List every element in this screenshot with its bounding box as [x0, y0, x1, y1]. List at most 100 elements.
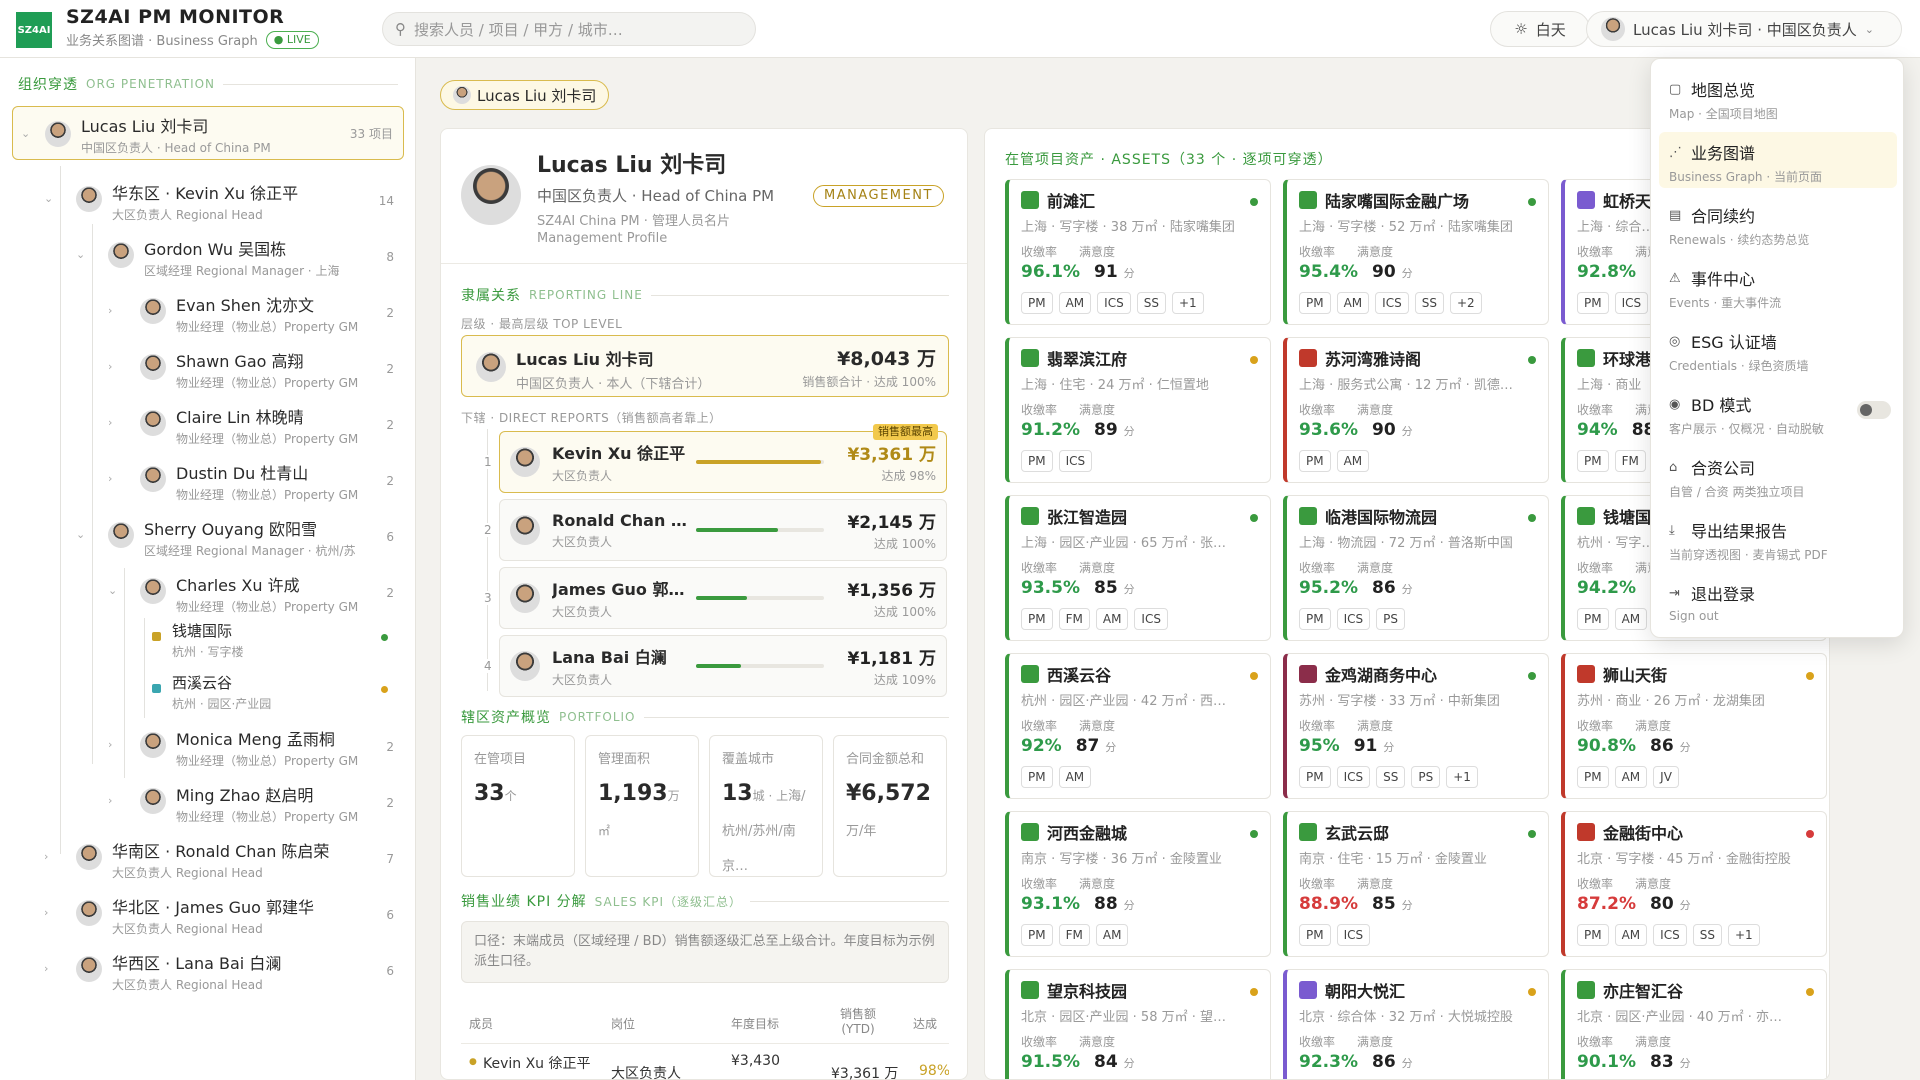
org-tree-node[interactable]: › 华南区 · Ronald Chan 陈启荣 大区负责人 Regional Hea… [0, 838, 410, 888]
node-name: Shawn Gao 高翔 [176, 352, 304, 371]
asset-card[interactable]: 陆家嘴国际金融广场 上海 · 写字楼 · 52 万㎡ · 陆家嘴集团 收缴率 满意度 9… [1283, 179, 1549, 325]
chevron-right-icon[interactable]: › [44, 850, 48, 863]
rate-label: 收缴率 [1299, 561, 1336, 575]
asset-card[interactable]: 西溪云谷 杭州 · 园区·产业园 · 42 万㎡ · 西… 收缴率 满意度 92% 87 … [1005, 653, 1271, 799]
menu-item[interactable]: ⌂ 合资公司 自管 / 合资 两类独立项目 [1659, 447, 1897, 503]
self-summary-row[interactable]: Lucas Liu 刘卡司 中国区负责人 · 本人（下辖合计） ¥8,043 万… [461, 335, 949, 397]
satisfaction-score: 86 [1371, 578, 1396, 598]
asset-card[interactable]: 亦庄智汇谷 北京 · 园区·产业园 · 40 万㎡ · 亦… 收缴率 满意度 90.1%… [1561, 969, 1827, 1079]
kpi-header-rate: 达成 [913, 1017, 938, 1031]
menu-item[interactable]: ⤓ 导出结果报告 当前穿透视图 · 麦肯锡式 PDF [1659, 510, 1897, 566]
building-icon: ⌂ [1669, 459, 1678, 475]
chevron-down-icon[interactable]: ⌄ [76, 528, 85, 541]
direct-report-row[interactable]: James Guo 郭… 大区负责人 ¥1,356 万达成 100% [499, 567, 947, 629]
asset-card[interactable]: 前滩汇 上海 · 写字楼 · 38 万㎡ · 陆家嘴集团 收缴率 满意度 96.1% 91… [1005, 179, 1271, 325]
chevron-down-icon[interactable]: ⌄ [76, 248, 85, 261]
node-name: 钱塘国际 [172, 622, 233, 640]
app-logo: SZ4AI [16, 12, 52, 48]
satisfaction-score: 90 [1371, 262, 1396, 282]
menu-item[interactable]: ⚠ 事件中心 Events · 重大事件流 [1659, 258, 1897, 314]
project-marker-icon [152, 632, 161, 641]
kpi-table-row[interactable]: ● Kevin Xu 徐正平 大区负责人 ¥3,430 ¥3,361 万 98% [461, 1047, 949, 1080]
report-name: Ronald Chan … [552, 510, 687, 530]
org-tree-node[interactable]: ⌄ Gordon Wu 吴国栋 区域经理 Regional Manager · 上海… [0, 236, 410, 286]
direct-report-row[interactable]: Ronald Chan … 大区负责人 ¥2,145 万达成 100% [499, 499, 947, 561]
score-label: 满意度 [1635, 877, 1672, 891]
org-tree-node[interactable]: › Claire Lin 林晚晴 物业经理（物业总）Property GM 2 [0, 404, 410, 454]
chevron-right-icon[interactable]: › [44, 962, 48, 975]
asset-card[interactable]: 张江智造园 上海 · 园区·产业园 · 65 万㎡ · 张… 收缴率 满意度 93.5%… [1005, 495, 1271, 641]
score-unit: 分 [1105, 741, 1117, 754]
asset-type-icon [1577, 507, 1595, 525]
chevron-right-icon[interactable]: › [108, 472, 112, 485]
chevron-right-icon[interactable]: › [108, 360, 112, 373]
satisfaction-score: 91 [1093, 262, 1118, 282]
menu-item[interactable]: ⋰ 业务图谱 Business Graph · 当前页面 [1659, 132, 1897, 188]
profile-chip[interactable]: Lucas Liu 刘卡司 [440, 80, 610, 110]
avatar [76, 900, 102, 926]
asset-card[interactable]: 望京科技园 北京 · 园区·产业园 · 58 万㎡ · 望… 收缴率 满意度 91.5%… [1005, 969, 1271, 1079]
org-tree-node[interactable]: ⌄ Charles Xu 许成 物业经理（物业总）Property GM 2 [0, 572, 410, 622]
brand: SZ4AI PM MONITOR 业务关系图谱 · Business Graph… [66, 6, 319, 49]
chevron-right-icon[interactable]: › [44, 906, 48, 919]
sidebar-title-en: ORG PENETRATION [86, 77, 216, 91]
menu-item[interactable]: ⇥ 退出登录 Sign out [1659, 573, 1897, 629]
org-tree-node[interactable]: › Shawn Gao 高翔 物业经理（物业总）Property GM 2 [0, 348, 410, 398]
asset-card[interactable]: 金融街中心 北京 · 写字楼 · 45 万㎡ · 金融街控股 收缴率 满意度 87.2%… [1561, 811, 1827, 957]
collection-rate: 95% [1299, 736, 1340, 756]
chevron-down-icon[interactable]: ⌄ [44, 192, 53, 205]
org-tree-node[interactable]: › 华北区 · James Guo 郭建华 大区负责人 Regional Head 6 [0, 894, 410, 944]
asset-card[interactable]: 临港国际物流园 上海 · 物流园 · 72 万㎡ · 普洛斯中国 收缴率 满意度 95.… [1283, 495, 1549, 641]
asset-card[interactable]: 河西金融城 南京 · 写字楼 · 36 万㎡ · 金陵置业 收缴率 满意度 93.1% 8… [1005, 811, 1271, 957]
bd-mode-toggle[interactable] [1857, 401, 1891, 419]
score-label: 满意度 [1079, 403, 1116, 417]
asset-card[interactable]: 朝阳大悦汇 北京 · 综合体 · 32 万㎡ · 大悦城控股 收缴率 满意度 92.3%… [1283, 969, 1549, 1079]
chevron-down-icon[interactable]: ⌄ [108, 584, 117, 597]
asset-card[interactable]: 金鸡湖商务中心 苏州 · 写字楼 · 33 万㎡ · 中新集团 收缴率 满意度 95% 9… [1283, 653, 1549, 799]
user-menu-button[interactable]: Lucas Liu 刘卡司 · 中国区负责人 ⌄ [1586, 11, 1902, 47]
asset-type-icon [1577, 665, 1595, 683]
search-input[interactable]: ⚲ 搜索人员 / 项目 / 甲方 / 城市… [382, 12, 756, 46]
asset-card[interactable]: 苏河湾雅诗阁 上海 · 服务式公寓 · 12 万㎡ · 凯德… 收缴率 满意度 93.6… [1283, 337, 1549, 483]
direct-report-row[interactable]: Kevin Xu 徐正平 大区负责人 ¥3,361 万达成 98% 销售额最高 [499, 424, 947, 493]
chevron-right-icon[interactable]: › [108, 416, 112, 429]
org-tree-node[interactable]: › Dustin Du 杜青山 物业经理（物业总）Property GM 2 [0, 460, 410, 510]
chevron-right-icon[interactable]: › [108, 304, 112, 317]
status-dot-icon [1528, 356, 1536, 364]
menu-item-sub: Sign out [1669, 609, 1719, 623]
service-tag: ICS [1134, 608, 1168, 630]
score-label: 满意度 [1357, 877, 1394, 891]
service-tag: SS [1136, 292, 1166, 314]
theme-toggle-button[interactable]: ☼ 白天 [1490, 11, 1590, 47]
org-tree-node[interactable]: ⌄ Sherry Ouyang 欧阳雪 区域经理 Regional Manager … [0, 516, 410, 566]
chevron-right-icon[interactable]: › [108, 794, 112, 807]
asset-card[interactable]: 狮山天街 苏州 · 商业 · 26 万㎡ · 龙湖集团 收缴率 满意度 90.8% 86 … [1561, 653, 1827, 799]
org-tree-node[interactable]: › Ming Zhao 赵启明 物业经理（物业总）Property GM 2 [0, 782, 410, 832]
menu-item[interactable]: ◎ ESG 认证墙 Credentials · 绿色资质墙 [1659, 321, 1897, 377]
org-tree-node[interactable]: › 华西区 · Lana Bai 白澜 大区负责人 Regional Head 6 [0, 950, 410, 1000]
org-tree-node[interactable]: › Evan Shen 沈亦文 物业经理（物业总）Property GM 2 [0, 292, 410, 342]
org-root-node[interactable]: ⌄ Lucas Liu 刘卡司 中国区负责人 · Head of China P… [12, 106, 404, 160]
menu-item[interactable]: ▢ 地图总览 Map · 全国项目地图 [1659, 69, 1897, 125]
status-dot-icon [1528, 830, 1536, 838]
org-tree-node[interactable]: 钱塘国际 杭州 · 写字楼 [0, 620, 410, 670]
org-tree-node[interactable]: ⌄ 华东区 · Kevin Xu 徐正平 大区负责人 Regional Head 14 [0, 180, 410, 230]
asset-card[interactable]: 玄武云邸 南京 · 住宅 · 15 万㎡ · 金陵置业 收缴率 满意度 88.9% 85 … [1283, 811, 1549, 957]
org-tree-node[interactable]: › Monica Meng 孟雨桐 物业经理（物业总）Property GM 2 [0, 726, 410, 776]
node-name: 华北区 · James Guo 郭建华 [112, 898, 315, 917]
asset-name: 金鸡湖商务中心 [1325, 666, 1438, 685]
service-tag: AM [1058, 292, 1092, 314]
direct-report-row[interactable]: Lana Bai 白澜 大区负责人 ¥1,181 万达成 109% [499, 635, 947, 697]
status-dot-icon [1250, 672, 1258, 680]
report-name: Kevin Xu 徐正平 [552, 444, 686, 463]
score-unit: 分 [1401, 425, 1413, 438]
asset-type-icon [1299, 191, 1317, 209]
report-rank: 2 [483, 523, 493, 537]
node-name: 华西区 · Lana Bai 白澜 [112, 954, 282, 973]
badge-icon: ◎ [1669, 333, 1681, 349]
chevron-right-icon[interactable]: › [108, 738, 112, 751]
top-sales-badge: 销售额最高 [873, 424, 938, 440]
org-tree-node[interactable]: 西溪云谷 杭州 · 园区·产业园 [0, 672, 410, 722]
asset-card[interactable]: 翡翠滨江府 上海 · 住宅 · 24 万㎡ · 仁恒置地 收缴率 满意度 91.2% 89… [1005, 337, 1271, 483]
menu-item[interactable]: ▤ 合同续约 Renewals · 续约态势总览 [1659, 195, 1897, 251]
